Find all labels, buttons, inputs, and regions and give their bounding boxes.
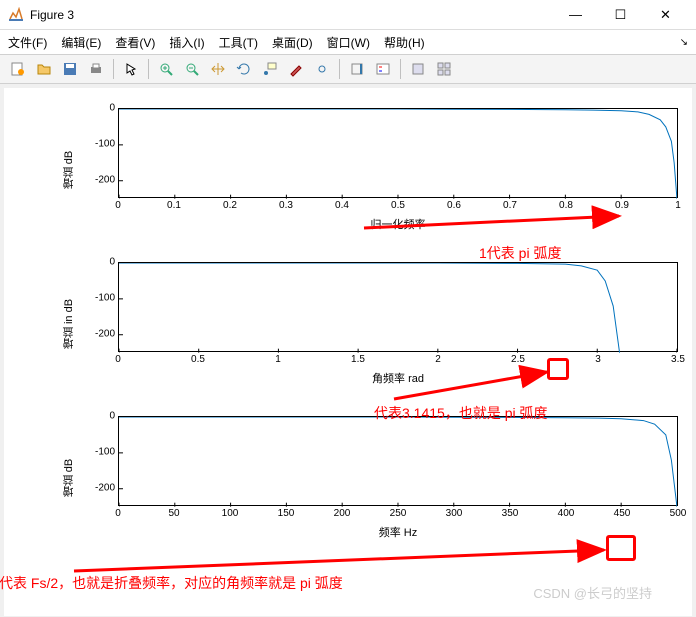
menu-tools[interactable]: 工具(T)	[219, 34, 258, 51]
layout-grid-button[interactable]	[432, 57, 456, 81]
rotate-button[interactable]	[232, 57, 256, 81]
menu-desktop[interactable]: 桌面(D)	[272, 34, 313, 51]
datatip-button[interactable]	[258, 57, 282, 81]
figure-area: 增益 dB 0-100-200 00.10.20.30.40.50.60.70.…	[4, 88, 692, 616]
pointer-button[interactable]	[119, 57, 143, 81]
yticks: 0-100-200	[85, 108, 115, 232]
xlabel: 频率 Hz	[118, 524, 678, 540]
xlabel: 归一化频率	[118, 216, 678, 232]
arrow-3	[64, 538, 624, 578]
toolbar-separator	[113, 59, 114, 79]
plot-box[interactable]	[118, 108, 678, 198]
subplot-1: 增益 dB 0-100-200 00.10.20.30.40.50.60.70.…	[63, 108, 633, 232]
highlight-box-2	[547, 358, 569, 380]
annotation-3: 代表 Fs/2，也就是折叠频率，对应的角频率就是 pi 弧度	[0, 573, 343, 593]
toolbar-separator	[400, 59, 401, 79]
print-button[interactable]	[84, 57, 108, 81]
plot-box[interactable]	[118, 416, 678, 506]
menu-insert[interactable]: 插入(I)	[169, 34, 204, 51]
maximize-button[interactable]: ☐	[598, 0, 643, 29]
matlab-icon	[8, 7, 24, 23]
menubar: 文件(F) 编辑(E) 查看(V) 插入(I) 工具(T) 桌面(D) 窗口(W…	[0, 30, 696, 54]
titlebar: Figure 3 — ☐ ✕	[0, 0, 696, 30]
menu-file[interactable]: 文件(F)	[8, 34, 47, 51]
menu-edit[interactable]: 编辑(E)	[61, 34, 101, 51]
ylabel: 增益 dB	[61, 459, 77, 498]
annotation-2: 代表3.1415，也就是 pi 弧度	[374, 403, 548, 423]
brush-button[interactable]	[284, 57, 308, 81]
new-figure-button[interactable]	[6, 57, 30, 81]
menu-overflow-icon[interactable]: ↘	[680, 37, 688, 48]
menu-window[interactable]: 窗口(W)	[327, 34, 370, 51]
toolbar-separator	[339, 59, 340, 79]
open-button[interactable]	[32, 57, 56, 81]
toolbar-separator	[148, 59, 149, 79]
xlabel: 角频率 rad	[118, 370, 678, 386]
save-button[interactable]	[58, 57, 82, 81]
ylabel: 增益 dB	[61, 151, 77, 190]
subplot-3: 增益 dB 0-100-200 050100150200250300350400…	[63, 416, 633, 540]
link-button[interactable]	[310, 57, 334, 81]
zoom-out-button[interactable]	[180, 57, 204, 81]
highlight-box-3	[606, 535, 636, 561]
window-controls: — ☐ ✕	[553, 0, 688, 29]
close-button[interactable]: ✕	[643, 0, 688, 29]
menu-help[interactable]: 帮助(H)	[384, 34, 425, 51]
zoom-in-button[interactable]	[154, 57, 178, 81]
legend-button[interactable]	[371, 57, 395, 81]
watermark: CSDN @长弓的坚持	[533, 583, 652, 602]
menu-view[interactable]: 查看(V)	[115, 34, 155, 51]
yticks: 0-100-200	[85, 262, 115, 386]
annotation-1: 1代表 pi 弧度	[479, 243, 561, 263]
colorbar-button[interactable]	[345, 57, 369, 81]
plot-box[interactable]	[118, 262, 678, 352]
yticks: 0-100-200	[85, 416, 115, 540]
toolbar	[0, 54, 696, 84]
minimize-button[interactable]: —	[553, 0, 598, 29]
window-title: Figure 3	[30, 8, 553, 22]
pan-button[interactable]	[206, 57, 230, 81]
layout-single-button[interactable]	[406, 57, 430, 81]
ylabel: 增益 in dB	[61, 299, 77, 349]
